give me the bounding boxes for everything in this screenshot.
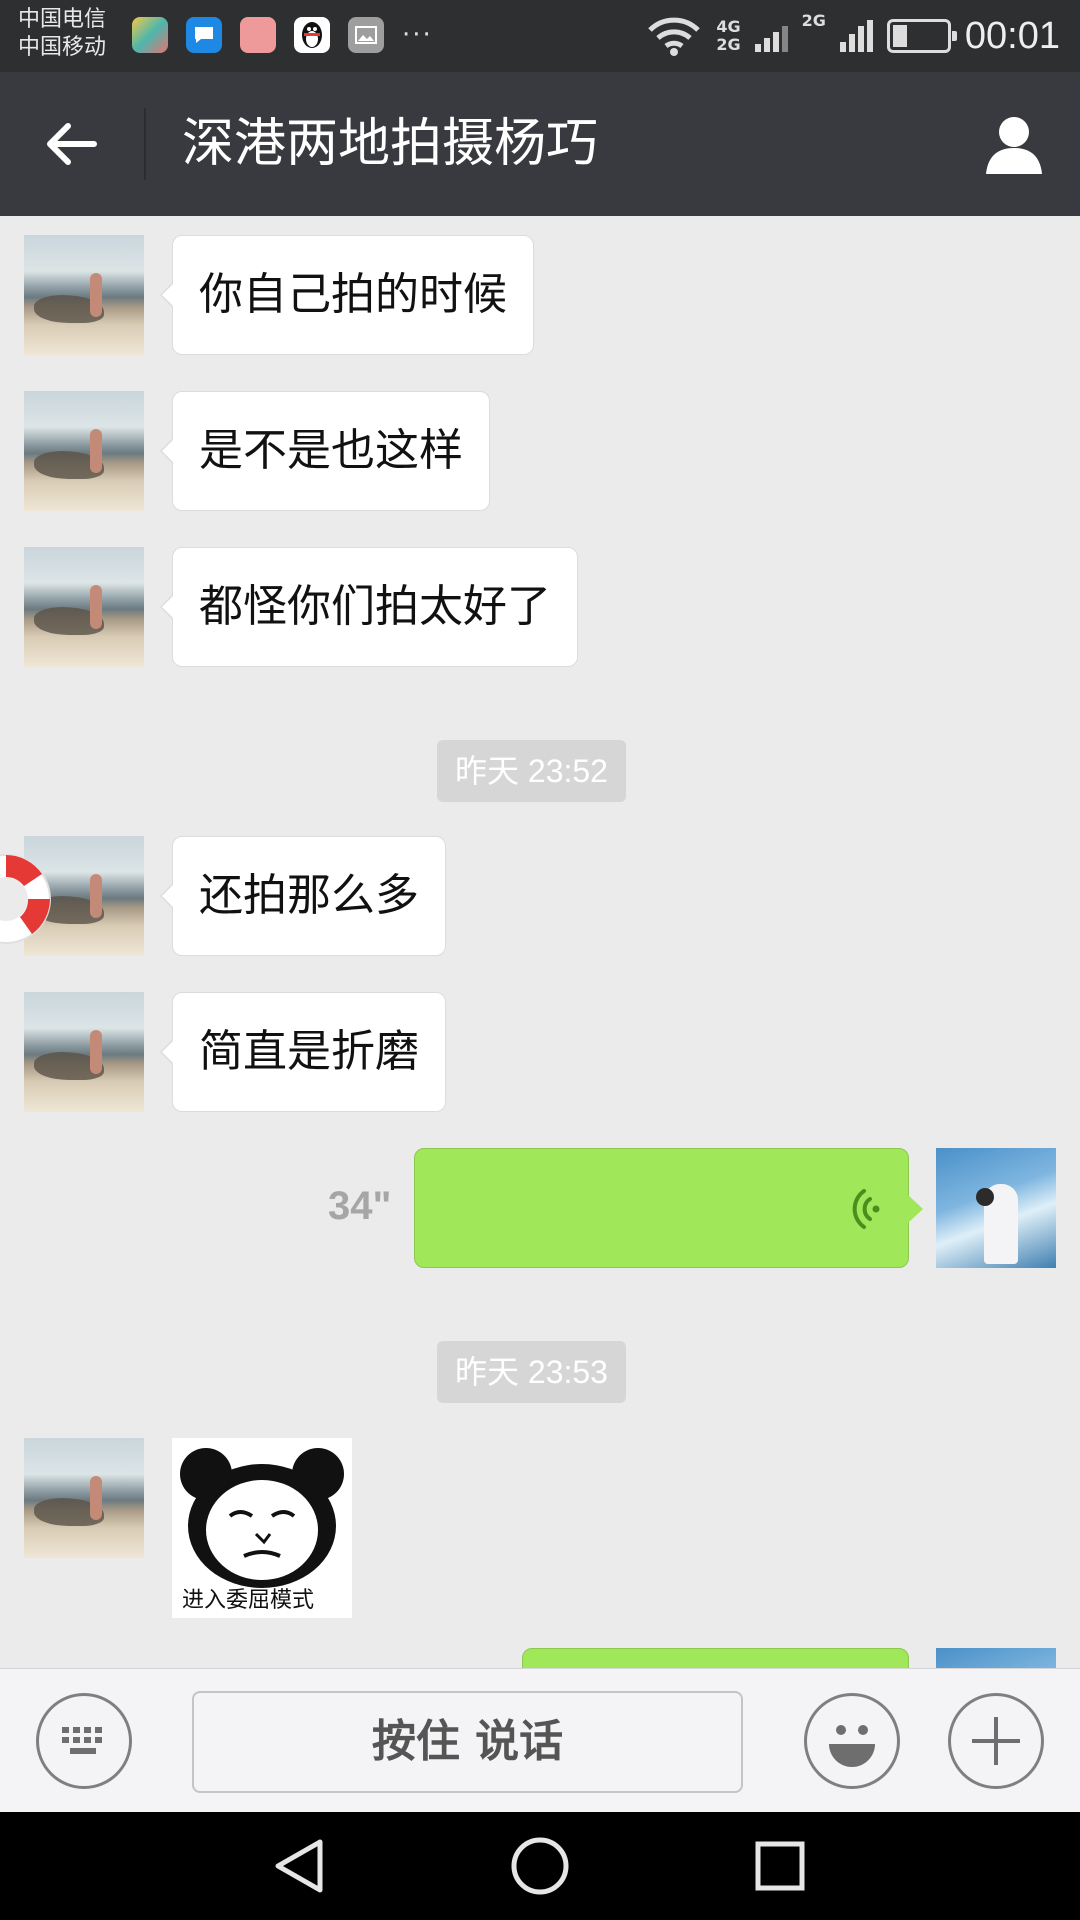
emoji-button[interactable] bbox=[804, 1693, 900, 1789]
keyboard-icon bbox=[62, 1727, 102, 1754]
sim1-network-label: 4G 2G bbox=[716, 17, 741, 54]
clock: 00:01 bbox=[964, 14, 1060, 57]
chat-info-button[interactable] bbox=[978, 108, 1050, 180]
arrow-left-icon bbox=[47, 123, 97, 165]
nav-back-button[interactable] bbox=[266, 1832, 334, 1900]
person-icon bbox=[986, 117, 1042, 174]
voice-message-bubble[interactable] bbox=[414, 1148, 923, 1268]
circle-home-icon bbox=[511, 1837, 569, 1895]
nav-home-button[interactable] bbox=[506, 1832, 574, 1900]
sim2-network-label: 2G bbox=[801, 11, 826, 30]
wifi-icon bbox=[648, 17, 701, 56]
message-bubble[interactable]: 都怪你们拍太好了 bbox=[160, 547, 578, 667]
sticker-message[interactable]: 进入委屈模式 bbox=[172, 1438, 352, 1618]
carrier-1: 中国电信 bbox=[18, 7, 107, 32]
contact-avatar[interactable] bbox=[24, 391, 144, 511]
message-list[interactable]: 你自己拍的时候 是不是也这样 都怪你们拍太好了 昨天 23:52 还拍那么多 简… bbox=[0, 216, 1080, 1668]
smiley-icon bbox=[829, 1725, 875, 1767]
chat-header: 深港两地拍摄杨巧 bbox=[0, 72, 1080, 216]
my-avatar[interactable] bbox=[936, 1148, 1056, 1268]
more-notifications-icon: ··· bbox=[402, 20, 433, 50]
contact-avatar[interactable] bbox=[24, 547, 144, 667]
sticker-caption: 进入委屈模式 bbox=[182, 1588, 315, 1613]
more-options-button[interactable] bbox=[948, 1693, 1044, 1789]
qq-penguin-icon bbox=[294, 17, 330, 53]
notification-icons: ··· bbox=[132, 17, 433, 53]
sim2-signal-icon bbox=[839, 20, 873, 52]
contact-avatar[interactable] bbox=[24, 1438, 144, 1558]
contact-avatar[interactable] bbox=[24, 992, 144, 1112]
input-bar: 按住 说话 bbox=[0, 1668, 1080, 1812]
message-bubble[interactable]: 简直是折磨 bbox=[160, 992, 446, 1112]
hold-to-talk-button[interactable]: 按住 说话 bbox=[192, 1691, 743, 1793]
square-recent-icon bbox=[755, 1841, 805, 1891]
keyboard-toggle-button[interactable] bbox=[36, 1693, 132, 1789]
system-icons: 4G 2G 2G 00:01 bbox=[646, 10, 1060, 62]
message-bubble[interactable]: 是不是也这样 bbox=[160, 391, 490, 511]
message-notification-icon bbox=[186, 17, 222, 53]
plus-icon bbox=[972, 1717, 1020, 1765]
voice-duration: 34" bbox=[328, 1184, 392, 1228]
message-bubble[interactable]: 你自己拍的时候 bbox=[160, 235, 534, 355]
triangle-back-icon bbox=[275, 1839, 323, 1893]
panda-face-sticker bbox=[180, 1448, 344, 1588]
gallery-notification-icon bbox=[348, 17, 384, 53]
battery-icon bbox=[886, 19, 957, 53]
message-timestamp: 昨天 23:52 bbox=[437, 740, 626, 802]
my-avatar[interactable] bbox=[936, 1648, 1056, 1668]
voice-wave-icon bbox=[852, 1189, 880, 1229]
sim1-signal-icon bbox=[754, 20, 788, 52]
message-bubble[interactable]: 还拍那么多 bbox=[160, 836, 446, 956]
header-divider bbox=[144, 108, 146, 180]
nav-recent-button[interactable] bbox=[746, 1832, 814, 1900]
contact-avatar[interactable] bbox=[24, 235, 144, 355]
lifebuoy-float-icon[interactable] bbox=[0, 848, 58, 950]
system-navigation-bar bbox=[0, 1812, 1080, 1920]
status-bar: 中国电信 中国移动 ··· 4G 2G 2G 00:01 bbox=[0, 0, 1080, 72]
back-button[interactable] bbox=[30, 108, 114, 180]
app-notification-icon bbox=[240, 17, 276, 53]
page-title: 深港两地拍摄杨巧 bbox=[182, 114, 599, 174]
browser-notification-icon bbox=[132, 17, 168, 53]
carrier-2: 中国移动 bbox=[18, 35, 107, 60]
voice-message-bubble[interactable] bbox=[522, 1648, 909, 1668]
carrier-info: 中国电信 中国移动 bbox=[18, 6, 106, 62]
message-timestamp: 昨天 23:53 bbox=[437, 1341, 626, 1403]
